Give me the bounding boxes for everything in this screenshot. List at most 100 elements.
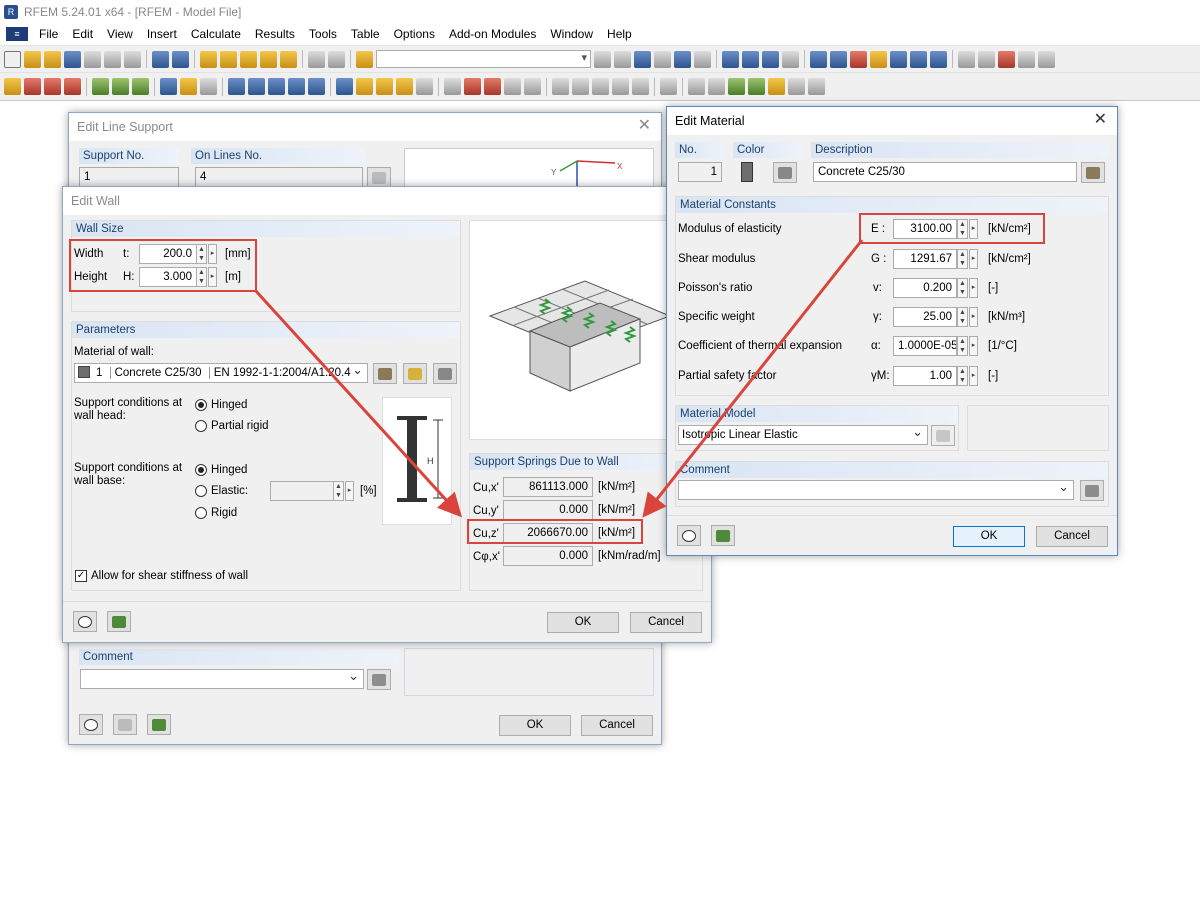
edit-note-button[interactable]: [113, 714, 137, 735]
line-support-cancel-button[interactable]: Cancel: [581, 715, 653, 736]
modulus-elasticity-spinner[interactable]: ▲ ▼: [957, 219, 968, 239]
color-picker-button[interactable]: [773, 162, 797, 183]
material-units-button[interactable]: [711, 525, 735, 546]
member-icon[interactable]: [160, 78, 177, 95]
view-iso-icon[interactable]: [632, 78, 649, 95]
material-model-dropdown[interactable]: Isotropic Linear Elastic: [678, 423, 928, 445]
height-input[interactable]: 3.000: [139, 267, 197, 287]
height-arrow-button[interactable]: ▸: [208, 267, 217, 287]
pick-lines-button[interactable]: [367, 167, 391, 188]
shear-modulus-arrow[interactable]: ▸: [969, 249, 978, 269]
units-button[interactable]: [147, 714, 171, 735]
save-icon[interactable]: [64, 50, 81, 68]
new-material-button[interactable]: [403, 363, 427, 384]
head-hinged-radio[interactable]: [195, 399, 207, 411]
line-support-comment-input[interactable]: [80, 667, 364, 689]
safety-factor-spinner[interactable]: ▲ ▼: [957, 366, 968, 386]
grid-icon[interactable]: [328, 50, 345, 68]
wall-help-button[interactable]: [73, 611, 97, 632]
hinge-icon[interactable]: [112, 78, 129, 95]
terrain-icon[interactable]: [728, 78, 745, 95]
prev-arrow-icon[interactable]: [594, 50, 611, 68]
print-icon[interactable]: [104, 50, 121, 68]
edit-icon[interactable]: [200, 50, 217, 68]
visibility-icon[interactable]: [748, 78, 765, 95]
shear-stiffness-checkbox[interactable]: ✓: [75, 570, 87, 582]
target-icon[interactable]: [240, 50, 257, 68]
print-preview-icon[interactable]: [124, 50, 141, 68]
cube-icon[interactable]: [288, 78, 305, 95]
mirror-icon[interactable]: [464, 78, 481, 95]
modulus-elasticity-arrow[interactable]: ▸: [969, 219, 978, 239]
transfer-icon[interactable]: [260, 50, 277, 68]
guideline-icon[interactable]: [708, 78, 725, 95]
cut-icon[interactable]: [444, 78, 461, 95]
base-rigid-radio[interactable]: [195, 507, 207, 519]
find-icon[interactable]: [220, 50, 237, 68]
load-grid-icon[interactable]: [376, 78, 393, 95]
line-icon[interactable]: [24, 78, 41, 95]
head-partial-radio[interactable]: [195, 420, 207, 432]
poisson-ratio-input[interactable]: 0.200: [893, 278, 957, 298]
material-comment-input[interactable]: [678, 478, 1074, 500]
shear-modulus-input[interactable]: 1291.67: [893, 249, 957, 269]
width-input[interactable]: 200.0: [139, 244, 197, 264]
menu-file[interactable]: File: [32, 23, 65, 45]
base-hinged-radio[interactable]: [195, 464, 207, 476]
support-icon[interactable]: [92, 78, 109, 95]
poisson-ratio-arrow[interactable]: ▸: [969, 278, 978, 298]
view-x-icon[interactable]: [552, 78, 569, 95]
material-ok-button[interactable]: OK: [953, 526, 1025, 547]
wall-cancel-button[interactable]: Cancel: [630, 612, 702, 633]
thermal-expansion-spinner[interactable]: ▲ ▼: [957, 336, 968, 356]
help-button[interactable]: [79, 714, 103, 735]
material-cancel-button[interactable]: Cancel: [1036, 526, 1108, 547]
move-icon[interactable]: [524, 78, 541, 95]
table-icon[interactable]: [308, 50, 325, 68]
material-model-detail-button[interactable]: [931, 425, 955, 446]
load-wizard-icon[interactable]: [356, 78, 373, 95]
menu-help[interactable]: Help: [600, 23, 639, 45]
view-z-icon[interactable]: [592, 78, 609, 95]
menu-calculate[interactable]: Calculate: [184, 23, 248, 45]
block-icon[interactable]: [308, 78, 325, 95]
poisson-ratio-spinner[interactable]: ▲ ▼: [957, 278, 968, 298]
material-help-button[interactable]: [677, 525, 701, 546]
results-icon[interactable]: [356, 50, 373, 68]
dimension-icon[interactable]: [978, 50, 995, 68]
settings-icon[interactable]: [1038, 50, 1055, 68]
specific-weight-arrow[interactable]: ▸: [969, 307, 978, 327]
menu-tools[interactable]: Tools: [302, 23, 344, 45]
height-spinner[interactable]: ▲ ▼: [196, 267, 207, 287]
render-mode-icon[interactable]: [660, 78, 677, 95]
grid-view-icon[interactable]: [810, 50, 827, 68]
member-load-icon[interactable]: [180, 78, 197, 95]
delete-icon[interactable]: [998, 50, 1015, 68]
view-neg-y-icon[interactable]: [612, 78, 629, 95]
specific-weight-input[interactable]: 25.00: [893, 307, 957, 327]
view-y-icon[interactable]: [572, 78, 589, 95]
line-support-ok-button[interactable]: OK: [499, 715, 571, 736]
edit-material-button[interactable]: [433, 363, 457, 384]
material-color-swatch[interactable]: [741, 162, 753, 182]
redo-icon[interactable]: [172, 50, 189, 68]
base-elastic-arrow-button[interactable]: ▸: [345, 481, 354, 501]
menu-window[interactable]: Window: [543, 23, 600, 45]
specific-weight-spinner[interactable]: ▲ ▼: [957, 307, 968, 327]
eye-icon[interactable]: [674, 50, 691, 68]
surface-add-icon[interactable]: [228, 78, 245, 95]
display-icon[interactable]: [930, 50, 947, 68]
modulus-elasticity-input[interactable]: 3100.00: [893, 219, 957, 239]
rotate-icon[interactable]: [484, 78, 501, 95]
save-all-icon[interactable]: [84, 50, 101, 68]
menu-results[interactable]: Results: [248, 23, 302, 45]
node-icon[interactable]: [4, 78, 21, 95]
material-library-button[interactable]: [1081, 162, 1105, 183]
wall-ok-button[interactable]: OK: [547, 612, 619, 633]
mdi-window-icon[interactable]: ≡: [6, 27, 28, 41]
max-min-icon[interactable]: [694, 50, 711, 68]
close-icon[interactable]: ✕: [638, 117, 651, 135]
load-case-combo[interactable]: [376, 50, 591, 68]
shear-modulus-spinner[interactable]: ▲ ▼: [957, 249, 968, 269]
list-icon[interactable]: [808, 78, 825, 95]
